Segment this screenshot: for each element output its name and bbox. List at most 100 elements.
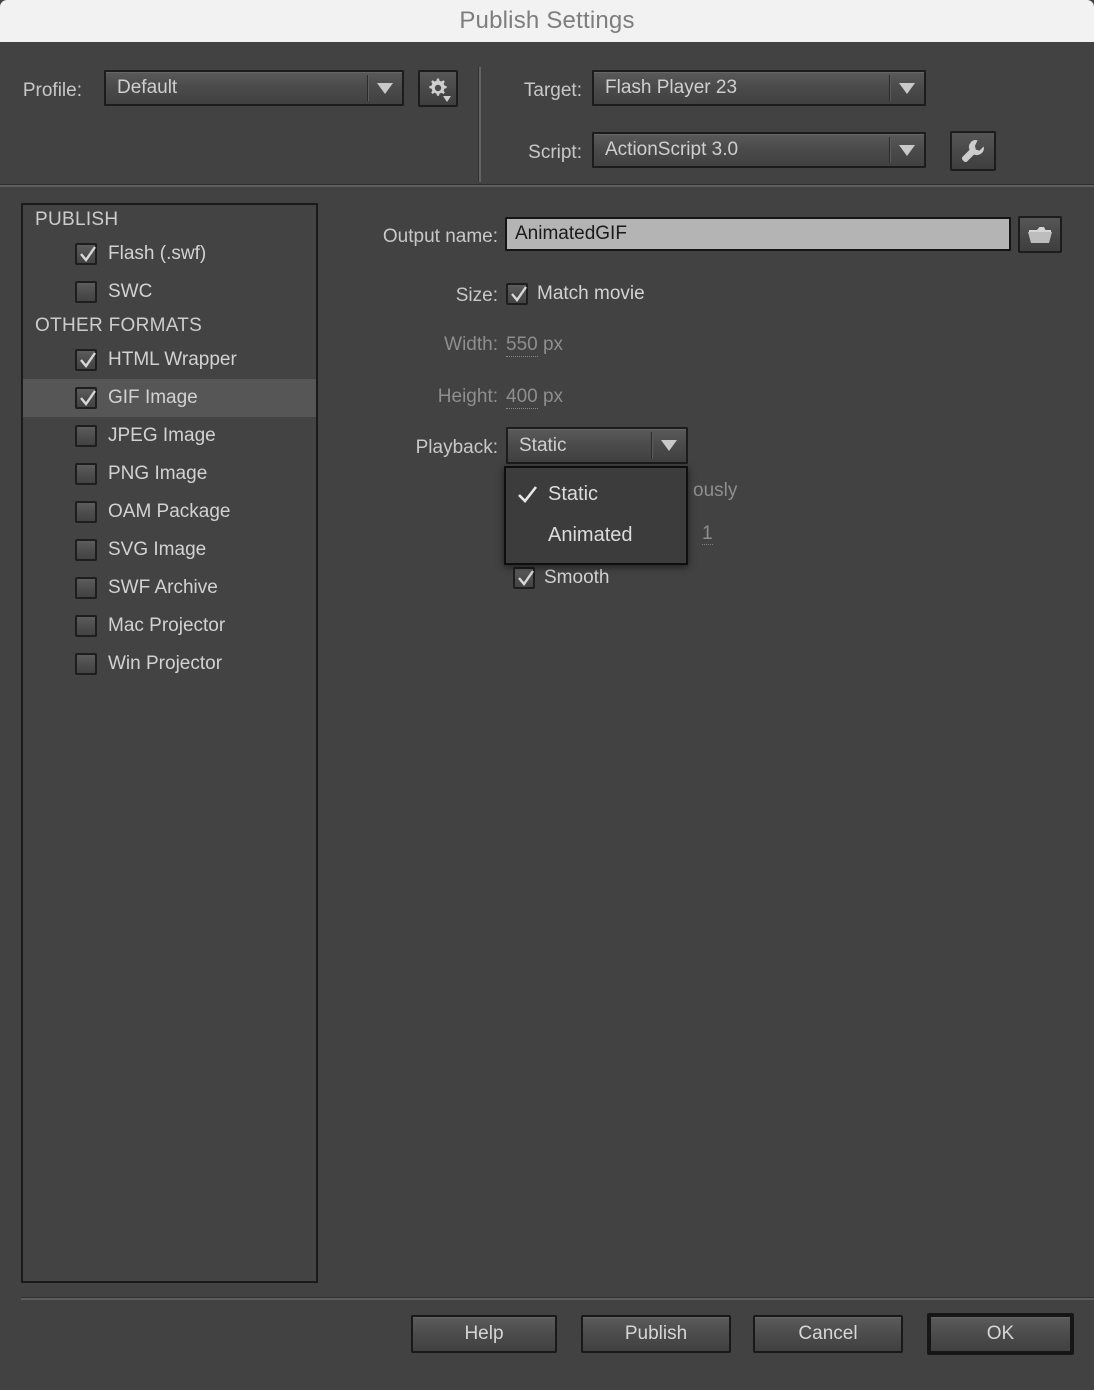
checkbox-svg-image[interactable] <box>75 539 97 561</box>
format-item-win-projector[interactable]: Win Projector <box>23 645 316 683</box>
format-item-label: SWF Archive <box>108 577 218 598</box>
wrench-icon <box>960 138 986 164</box>
help-button-label: Help <box>464 1323 504 1344</box>
repeat-count-value: 1 <box>702 523 713 545</box>
profile-label: Profile: <box>22 80 82 101</box>
checkbox-match-movie[interactable] <box>506 283 528 305</box>
format-group-publish: PUBLISH Flash (.swf) SWC <box>23 205 316 311</box>
format-item-label: Flash (.swf) <box>108 243 207 264</box>
format-group-other: OTHER FORMATS HTML Wrapper GIF Image JPE… <box>23 311 316 683</box>
browse-output-button[interactable] <box>1018 216 1062 253</box>
format-item-html-wrapper[interactable]: HTML Wrapper <box>23 341 316 379</box>
ok-button[interactable]: OK <box>927 1313 1074 1355</box>
group-title-publish: PUBLISH <box>35 209 119 230</box>
height-value-field[interactable]: 400 px <box>506 386 564 409</box>
publish-button[interactable]: Publish <box>581 1315 731 1353</box>
header-region: Profile: Default Target: Flash Player 23… <box>0 42 1094 185</box>
group-title-other-formats: OTHER FORMATS <box>35 315 203 336</box>
playback-dropdown-menu[interactable]: Static Animated <box>504 466 688 565</box>
playback-option-label: Static <box>548 483 599 505</box>
format-item-label: OAM Package <box>108 501 231 522</box>
playback-dropdown[interactable]: Static <box>506 427 688 464</box>
format-item-jpeg-image[interactable]: JPEG Image <box>23 417 316 455</box>
gif-settings-pane: Output name: AnimatedGIF Size: Match mov… <box>330 203 1090 1283</box>
checkbox-jpeg-image[interactable] <box>75 425 97 447</box>
target-label: Target: <box>523 80 582 101</box>
playback-option-static[interactable]: Static <box>506 474 686 515</box>
script-dropdown[interactable]: ActionScript 3.0 <box>592 132 926 168</box>
format-item-label: Mac Projector <box>108 615 226 636</box>
format-item-swc[interactable]: SWC <box>23 273 316 311</box>
script-value: ActionScript 3.0 <box>605 139 739 160</box>
playback-label: Playback: <box>415 437 498 458</box>
cancel-button-label: Cancel <box>798 1323 858 1344</box>
output-name-value: AnimatedGIF <box>515 223 627 244</box>
check-icon <box>518 485 544 504</box>
publish-button-label: Publish <box>624 1323 688 1344</box>
height-unit: px <box>542 386 564 407</box>
ok-button-label: OK <box>986 1323 1015 1344</box>
checkbox-mac-projector[interactable] <box>75 615 97 637</box>
script-label: Script: <box>528 142 582 163</box>
output-name-label: Output name: <box>382 226 498 247</box>
format-item-gif-image[interactable]: GIF Image <box>23 379 316 417</box>
checkbox-win-projector[interactable] <box>75 653 97 675</box>
size-label: Size: <box>455 285 498 306</box>
format-item-flash-swf[interactable]: Flash (.swf) <box>23 235 316 273</box>
checkbox-smooth[interactable] <box>513 567 535 589</box>
format-item-swf-archive[interactable]: SWF Archive <box>23 569 316 607</box>
chevron-down-icon <box>368 82 402 94</box>
format-item-label: HTML Wrapper <box>108 349 237 370</box>
match-movie-label: Match movie <box>537 283 645 304</box>
checkbox-html-wrapper[interactable] <box>75 349 97 371</box>
smooth-row[interactable]: Smooth <box>513 567 609 589</box>
format-item-oam-package[interactable]: OAM Package <box>23 493 316 531</box>
format-item-mac-projector[interactable]: Mac Projector <box>23 607 316 645</box>
playback-value: Static <box>519 434 567 456</box>
format-item-label: GIF Image <box>108 387 198 408</box>
match-movie-row[interactable]: Match movie <box>506 283 645 305</box>
cancel-button[interactable]: Cancel <box>753 1315 903 1353</box>
checkbox-oam-package[interactable] <box>75 501 97 523</box>
width-unit: px <box>542 334 564 355</box>
format-item-label: Win Projector <box>108 653 223 674</box>
format-item-label: SVG Image <box>108 539 207 560</box>
width-value-field[interactable]: 550 px <box>506 334 564 357</box>
format-list-panel[interactable]: PUBLISH Flash (.swf) SWC OTHER FORMATS H… <box>21 203 318 1283</box>
checkbox-png-image[interactable] <box>75 463 97 485</box>
chevron-down-icon <box>890 82 924 94</box>
publish-settings-dialog: Publish Settings Profile: Default Target… <box>0 0 1094 1390</box>
dialog-titlebar: Publish Settings <box>0 0 1094 42</box>
script-settings-button[interactable] <box>950 131 996 171</box>
target-dropdown[interactable]: Flash Player 23 <box>592 70 926 106</box>
width-value: 550 <box>506 334 538 357</box>
playback-option-animated[interactable]: Animated <box>506 515 686 556</box>
checkbox-flash-swf[interactable] <box>75 243 97 265</box>
checkbox-gif-image[interactable] <box>75 387 97 409</box>
format-item-label: JPEG Image <box>108 425 216 446</box>
format-item-png-image[interactable]: PNG Image <box>23 455 316 493</box>
smooth-label: Smooth <box>544 567 610 588</box>
header-separator <box>0 184 1094 187</box>
target-value: Flash Player 23 <box>605 77 738 98</box>
chevron-down-icon <box>652 440 686 451</box>
playback-option-label: Animated <box>548 524 633 546</box>
format-item-svg-image[interactable]: SVG Image <box>23 531 316 569</box>
height-label: Height: <box>437 386 498 407</box>
profile-value: Default <box>117 77 178 98</box>
loop-continuously-label-occluded: ously <box>693 480 738 501</box>
width-label: Width: <box>444 334 498 355</box>
repeat-count-field-occluded[interactable]: 1 <box>702 523 713 545</box>
footer-separator <box>21 1297 1094 1300</box>
checkbox-swf-archive[interactable] <box>75 577 97 599</box>
profile-dropdown[interactable]: Default <box>104 70 404 106</box>
folder-icon <box>1026 224 1054 246</box>
format-item-label: PNG Image <box>108 463 208 484</box>
help-button[interactable]: Help <box>411 1315 557 1353</box>
dialog-title: Publish Settings <box>459 7 635 34</box>
format-item-label: SWC <box>108 281 153 302</box>
checkbox-swc[interactable] <box>75 281 97 303</box>
output-name-input[interactable]: AnimatedGIF <box>505 217 1011 251</box>
chevron-down-icon <box>890 144 924 156</box>
height-value: 400 <box>506 386 538 409</box>
